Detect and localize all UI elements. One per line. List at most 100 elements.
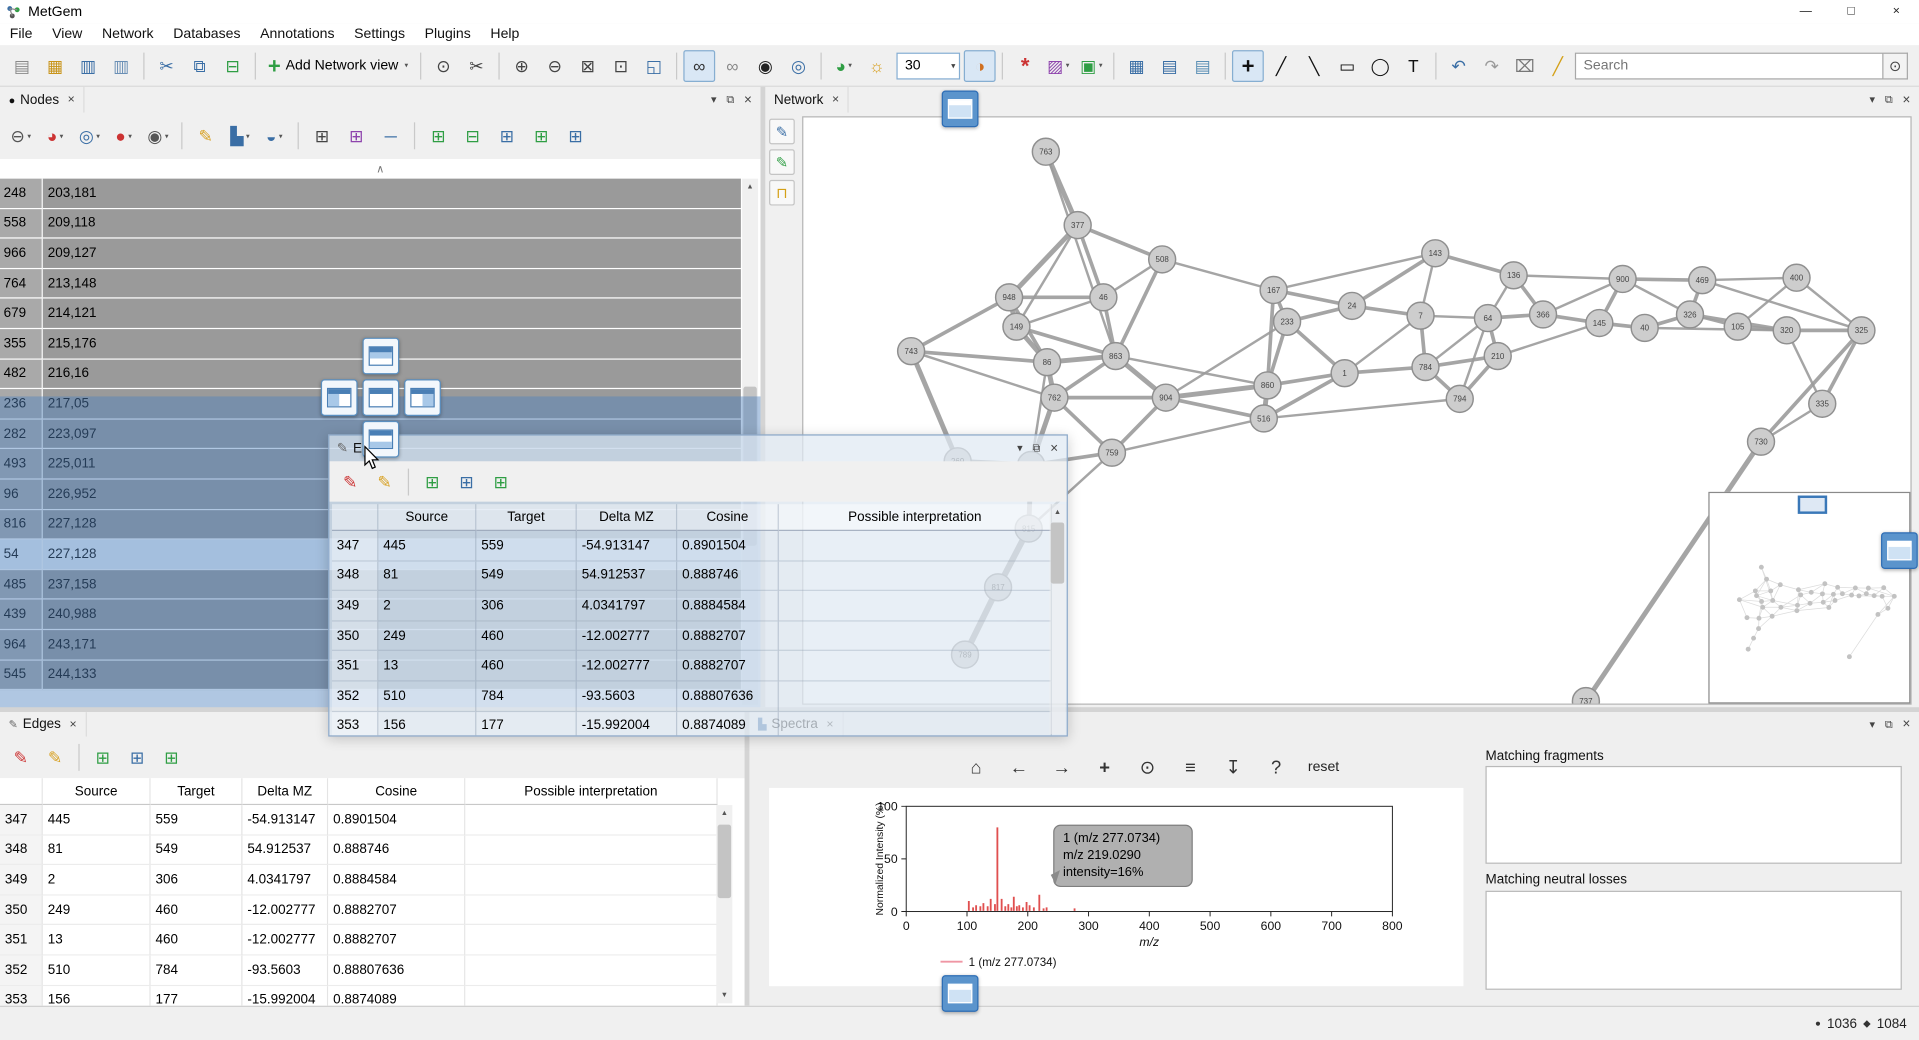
undo-icon[interactable]: ↶ — [1443, 50, 1475, 82]
tab-nodes[interactable]: ● Nodes × — [0, 87, 85, 113]
scroll-up-icon[interactable]: ▲ — [1050, 504, 1066, 520]
color-nodes-icon[interactable]: ◕▾ — [39, 120, 71, 152]
dock-indicator-screen-bottom[interactable] — [942, 975, 979, 1012]
scissors-icon[interactable]: ✂ — [461, 50, 493, 82]
delete-icon[interactable]: ⌧ — [1509, 50, 1541, 82]
network-node[interactable]: 469 — [1689, 267, 1716, 294]
column-header[interactable]: Source — [43, 778, 151, 805]
table-row[interactable]: 352510784-93.56030.88807636 — [0, 956, 718, 986]
network-node[interactable]: 904 — [1152, 384, 1179, 411]
network-node[interactable]: 784 — [1412, 354, 1439, 381]
network-node[interactable]: 860 — [1254, 372, 1281, 399]
network-node[interactable]: 377 — [1064, 212, 1091, 239]
network-tab-close-icon[interactable]: × — [832, 93, 839, 106]
table-row[interactable]: 347445559-54.9131470.8901504 — [332, 531, 1052, 561]
search-input[interactable] — [1575, 52, 1884, 79]
table-row[interactable]: 350249460-12.0027770.8882707 — [0, 895, 718, 925]
column-header[interactable]: Delta MZ — [242, 778, 328, 805]
shrink-nodes-icon[interactable]: ⊖▾ — [5, 120, 37, 152]
table-row[interactable]: 966209,127 — [0, 239, 760, 269]
network-node[interactable]: 136 — [1500, 262, 1527, 289]
table-row[interactable]: 248203,181 — [0, 179, 760, 209]
column-header[interactable]: Target — [476, 504, 576, 531]
spectra-menu-icon[interactable]: ▾ — [1870, 718, 1876, 731]
network-node[interactable]: 759 — [1098, 439, 1125, 466]
table-expand-icon[interactable]: ⊞ — [87, 741, 119, 773]
minimize-button[interactable]: — — [1783, 0, 1828, 23]
hide-items-icon[interactable]: ◉ — [749, 50, 781, 82]
ellipse-tool-icon[interactable]: ◯ — [1364, 50, 1396, 82]
edges-scrollbar[interactable]: ▲ ▼ — [716, 805, 732, 1003]
menu-plugins[interactable]: Plugins — [415, 23, 481, 45]
table-row[interactable]: 3488154954.9125370.888746 — [332, 561, 1052, 591]
network-node[interactable]: 7 — [1407, 302, 1434, 329]
matching-losses-box[interactable] — [1485, 891, 1901, 990]
palette-icon[interactable]: ▨▾ — [1042, 50, 1074, 82]
column-header[interactable]: Target — [151, 778, 243, 805]
network-close-icon[interactable]: × — [1903, 92, 1911, 107]
new-document-icon[interactable]: ▤ — [6, 50, 38, 82]
network-minimap[interactable] — [1708, 492, 1910, 704]
edit-pen-icon[interactable]: ✎ — [190, 120, 222, 152]
copy-icon[interactable]: ⧉ — [184, 50, 216, 82]
zoom-out-icon[interactable]: ⊖ — [539, 50, 571, 82]
pan-icon[interactable]: + — [1089, 751, 1121, 783]
paste-icon[interactable]: ⊟ — [217, 50, 249, 82]
close-button[interactable]: × — [1874, 0, 1919, 23]
dock-indicator-left[interactable] — [321, 379, 358, 416]
table-del-column-icon[interactable]: ⊟ — [457, 120, 489, 152]
network-float-icon[interactable]: ⧉ — [1885, 93, 1893, 106]
lamp-icon[interactable]: ☼ — [861, 50, 893, 82]
import-folder-icon[interactable]: ▦ — [1121, 50, 1153, 82]
network-node[interactable]: 366 — [1530, 301, 1557, 328]
table-row[interactable]: 679214,121 — [0, 299, 760, 329]
pie-colors-icon[interactable]: ◕▾ — [828, 50, 860, 82]
search-icon[interactable]: ⊙ — [1884, 52, 1908, 79]
edit-edge-pen-icon[interactable]: ✎ — [334, 466, 366, 498]
edit-pen-icon[interactable]: ✎ — [769, 119, 795, 145]
network-node[interactable]: 46 — [1090, 284, 1117, 311]
network-edge[interactable] — [1046, 152, 1116, 356]
network-edge[interactable] — [1498, 323, 1600, 356]
reset-button[interactable]: reset — [1303, 760, 1344, 775]
network-edge[interactable] — [1166, 398, 1264, 419]
maximize-button[interactable]: □ — [1828, 0, 1873, 23]
table-settings-icon[interactable]: ⊞ — [485, 466, 517, 498]
dock-indicator-right[interactable] — [404, 379, 441, 416]
spectra-close-icon[interactable]: × — [1903, 717, 1911, 732]
table-row[interactable]: 34923064.03417970.8884584 — [332, 591, 1052, 621]
network-edge[interactable] — [1352, 253, 1435, 306]
network-node[interactable]: 320 — [1773, 317, 1800, 344]
scroll-down-icon[interactable]: ▼ — [716, 987, 732, 1003]
network-node[interactable]: 400 — [1783, 264, 1810, 291]
nodes-close-icon[interactable]: × — [744, 92, 752, 107]
table-row[interactable]: 353156177-15.9920040.8874089 — [332, 712, 1052, 736]
clean-icon[interactable]: ╱ — [1542, 50, 1574, 82]
scroll-up-icon[interactable]: ▲ — [716, 805, 732, 821]
network-node[interactable]: 763 — [1032, 138, 1059, 165]
network-edge[interactable] — [1009, 225, 1078, 297]
network-node[interactable]: 105 — [1724, 313, 1751, 340]
ghost-float-icon[interactable]: ⧉ — [1033, 442, 1041, 455]
network-node[interactable]: 900 — [1609, 266, 1636, 293]
help-icon[interactable]: ? — [1260, 751, 1292, 783]
network-node[interactable]: 40 — [1631, 314, 1658, 341]
line-tool-icon[interactable]: ╱ — [1265, 50, 1297, 82]
column-header[interactable]: Source — [378, 504, 476, 531]
target-icon[interactable]: ◉▾ — [142, 120, 174, 152]
minimap-viewport[interactable] — [1798, 496, 1827, 514]
network-edge[interactable] — [911, 297, 1009, 351]
network-node[interactable]: 508 — [1149, 246, 1176, 273]
network-edge[interactable] — [1274, 253, 1436, 290]
redo-icon[interactable]: ↷ — [1476, 50, 1508, 82]
network-node[interactable]: 64 — [1474, 305, 1501, 332]
network-node[interactable]: 335 — [1809, 390, 1836, 417]
column-header[interactable]: Delta MZ — [577, 504, 677, 531]
scroll-thumb[interactable] — [718, 825, 731, 898]
link-selection-icon[interactable]: ∞ — [683, 50, 715, 82]
table-merge-icon[interactable]: ⊞ — [451, 466, 483, 498]
table-settings-icon[interactable]: ⊞ — [156, 741, 188, 773]
table-merge-icon[interactable]: ⊞ — [121, 741, 153, 773]
find-icon[interactable]: ⊙ — [427, 50, 459, 82]
dock-indicator-screen-right[interactable] — [1881, 532, 1918, 569]
